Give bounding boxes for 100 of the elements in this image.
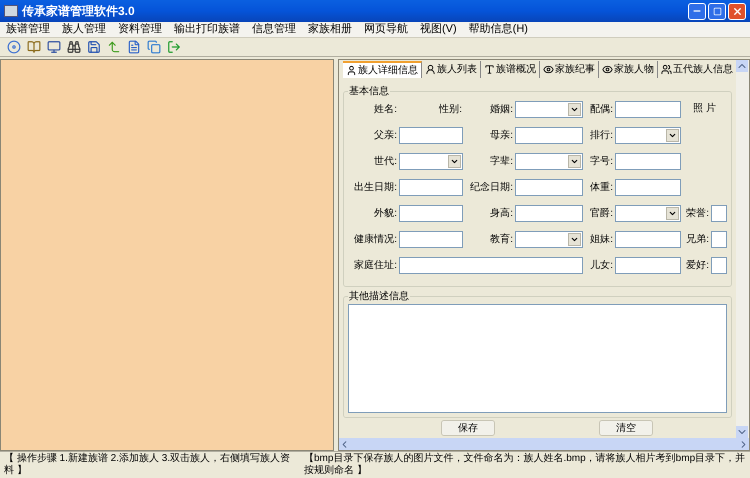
person-icon — [346, 64, 357, 76]
dropdown[interactable] — [515, 153, 583, 170]
field-label: 爱好: — [685, 258, 710, 273]
field-label: 儿女: — [589, 258, 614, 273]
caret-icon — [448, 155, 461, 168]
binoculars-icon — [67, 40, 81, 54]
input-field[interactable] — [615, 101, 681, 118]
menu-item[interactable]: 信息管理 — [252, 21, 296, 38]
input-field[interactable] — [711, 231, 727, 248]
app-icon — [4, 5, 18, 17]
input-field[interactable] — [711, 257, 727, 274]
eye-icon — [602, 64, 613, 74]
caret-icon — [568, 103, 581, 116]
field-label: 兄弟: — [685, 233, 710, 247]
input-field[interactable] — [399, 257, 583, 274]
person-icon — [425, 64, 436, 74]
exit-icon[interactable] — [166, 39, 182, 55]
tab[interactable]: 家族纪事 — [540, 60, 599, 78]
field-label: 世代: — [373, 154, 398, 169]
input-field[interactable] — [711, 205, 727, 222]
document-icon — [127, 40, 141, 54]
caret-icon — [666, 207, 679, 220]
save-icon — [87, 40, 101, 54]
field-label: 出生日期: — [353, 180, 398, 195]
book-icon — [27, 40, 41, 54]
status-text: 【bmp目录下保存族人的图片文件，文件命名为：族人姓名.bmp，请将族人相片考到bmp目录下，并按规则命名 】 — [304, 453, 746, 477]
input-field[interactable] — [615, 179, 681, 196]
tab[interactable]: 族人详细信息 — [343, 60, 422, 78]
letter-icon — [484, 64, 495, 74]
minimize-button[interactable] — [688, 2, 706, 20]
input-field[interactable] — [615, 257, 681, 274]
input-field[interactable] — [515, 127, 583, 144]
caret-icon — [666, 129, 679, 142]
eye-icon — [543, 64, 554, 74]
menu-item[interactable]: 视图(V) — [420, 21, 457, 38]
input-field[interactable] — [615, 231, 681, 248]
field-label: 身高: — [489, 206, 514, 221]
windows-icon — [147, 40, 161, 54]
group-title: 基本信息 — [348, 84, 390, 99]
field-label: 父亲: — [373, 128, 398, 143]
people-icon — [661, 64, 672, 74]
arrow-icon — [107, 40, 121, 54]
field-label: 性别: — [438, 102, 463, 117]
input-field[interactable] — [399, 127, 463, 144]
photo-label: 照 片 — [692, 102, 717, 116]
scroll-down-icon[interactable] — [736, 426, 748, 438]
document-icon[interactable] — [126, 39, 142, 55]
vertical-scrollbar[interactable] — [736, 60, 749, 438]
maximize-icon — [712, 6, 722, 16]
book-icon[interactable] — [26, 39, 42, 55]
menu-item[interactable]: 族谱管理 — [6, 21, 50, 38]
dropdown[interactable] — [399, 153, 463, 170]
field-label: 母亲: — [489, 128, 514, 143]
field-label: 配偶: — [589, 103, 614, 117]
menu-item[interactable]: 网页导航 — [364, 21, 408, 38]
menu-item[interactable]: 输出打印族谱 — [174, 21, 240, 38]
field-label: 字号: — [589, 154, 614, 169]
monitor-icon[interactable] — [46, 39, 62, 55]
field-label: 婚姻: — [489, 103, 514, 117]
binoculars-icon[interactable] — [66, 39, 82, 55]
close-icon — [732, 6, 742, 16]
dropdown[interactable] — [515, 101, 583, 118]
input-field[interactable] — [399, 231, 463, 248]
arrow-icon[interactable] — [106, 39, 122, 55]
exit-icon — [167, 40, 181, 54]
caret-icon — [568, 233, 581, 246]
field-label: 纪念日期: — [469, 180, 514, 195]
menu-item[interactable]: 族人管理 — [62, 21, 106, 38]
dropdown[interactable] — [615, 205, 681, 222]
scroll-up-icon[interactable] — [736, 60, 748, 72]
field-label: 荣誉: — [685, 206, 710, 221]
close-button[interactable] — [728, 2, 746, 20]
menu-item[interactable]: 资料管理 — [118, 21, 162, 38]
field-label: 姐妹: — [589, 233, 614, 247]
horizontal-scrollbar[interactable] — [339, 438, 749, 450]
input-field[interactable] — [515, 205, 583, 222]
input-field[interactable] — [399, 179, 463, 196]
input-field[interactable] — [399, 205, 463, 222]
input-field[interactable] — [515, 179, 583, 196]
field-label: 官爵: — [589, 206, 614, 221]
tab[interactable]: 家族人物 — [599, 60, 658, 78]
disc-icon — [7, 40, 21, 54]
field-label: 教育: — [489, 232, 514, 247]
action-button[interactable]: 清空 — [599, 420, 653, 436]
input-field[interactable] — [615, 153, 681, 170]
maximize-button[interactable] — [708, 2, 726, 20]
save-icon[interactable] — [86, 39, 102, 55]
field-label: 姓名: — [373, 103, 398, 117]
dropdown[interactable] — [615, 127, 681, 144]
menu-item[interactable]: 帮助信息(H) — [468, 21, 528, 38]
field-label: 外貌: — [373, 207, 398, 221]
windows-icon[interactable] — [146, 39, 162, 55]
status-text: 【 操作步骤 1.新建族谱 2.添加族人 3.双击族人，右侧填写族人资料 】 — [4, 453, 292, 477]
description-field[interactable] — [348, 304, 727, 413]
menu-item[interactable]: 家族相册 — [308, 21, 352, 38]
caret-icon — [568, 155, 581, 168]
action-button[interactable]: 保存 — [441, 420, 495, 436]
monitor-icon — [47, 40, 61, 54]
dropdown[interactable] — [515, 231, 583, 248]
field-label: 体重: — [589, 180, 614, 195]
